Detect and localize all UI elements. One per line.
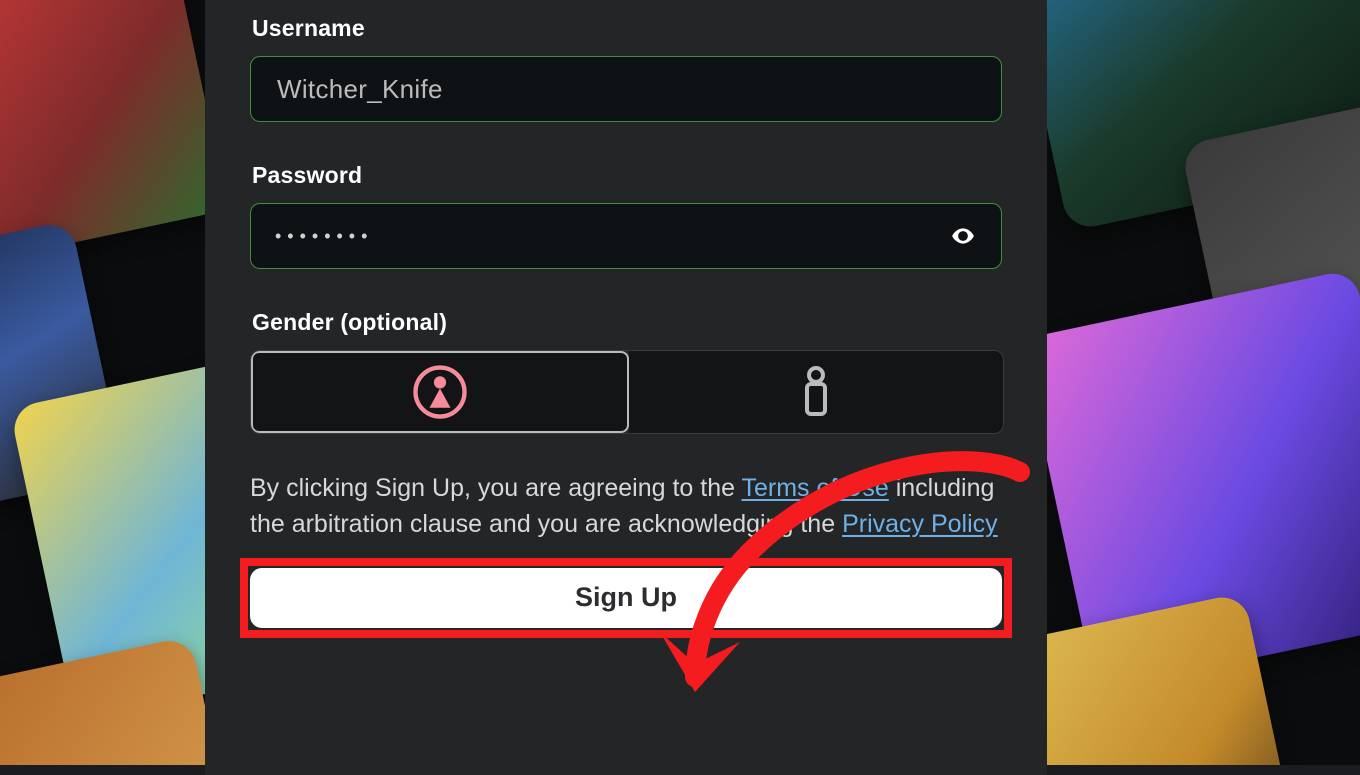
gender-group: Gender (optional) — [250, 309, 1002, 434]
username-label: Username — [252, 15, 1002, 42]
gender-row — [250, 350, 1004, 434]
privacy-policy-link[interactable]: Privacy Policy — [842, 510, 998, 538]
terms-text: By clicking Sign Up, you are agreeing to… — [250, 470, 1002, 543]
password-label: Password — [252, 162, 1002, 189]
male-icon — [796, 366, 836, 418]
password-field-wrap[interactable]: •••••••• — [250, 203, 1002, 269]
toggle-password-visibility-icon[interactable] — [949, 222, 977, 250]
gender-male-button[interactable] — [629, 351, 1003, 433]
female-icon — [412, 364, 468, 420]
username-field-wrap[interactable] — [250, 56, 1002, 122]
terms-of-use-link[interactable]: Terms of Use — [742, 474, 889, 502]
gender-label: Gender (optional) — [252, 309, 1002, 336]
signup-button-wrap: Sign Up — [250, 568, 1002, 628]
terms-prefix: By clicking Sign Up, you are agreeing to… — [250, 474, 742, 502]
username-group: Username — [250, 15, 1002, 122]
gender-female-button[interactable] — [251, 351, 629, 433]
signup-panel: Username Password •••••••• Gender (optio… — [205, 0, 1047, 775]
signup-button[interactable]: Sign Up — [250, 568, 1002, 628]
username-input[interactable] — [275, 73, 977, 106]
password-group: Password •••••••• — [250, 162, 1002, 269]
password-masked-value: •••••••• — [275, 226, 373, 247]
